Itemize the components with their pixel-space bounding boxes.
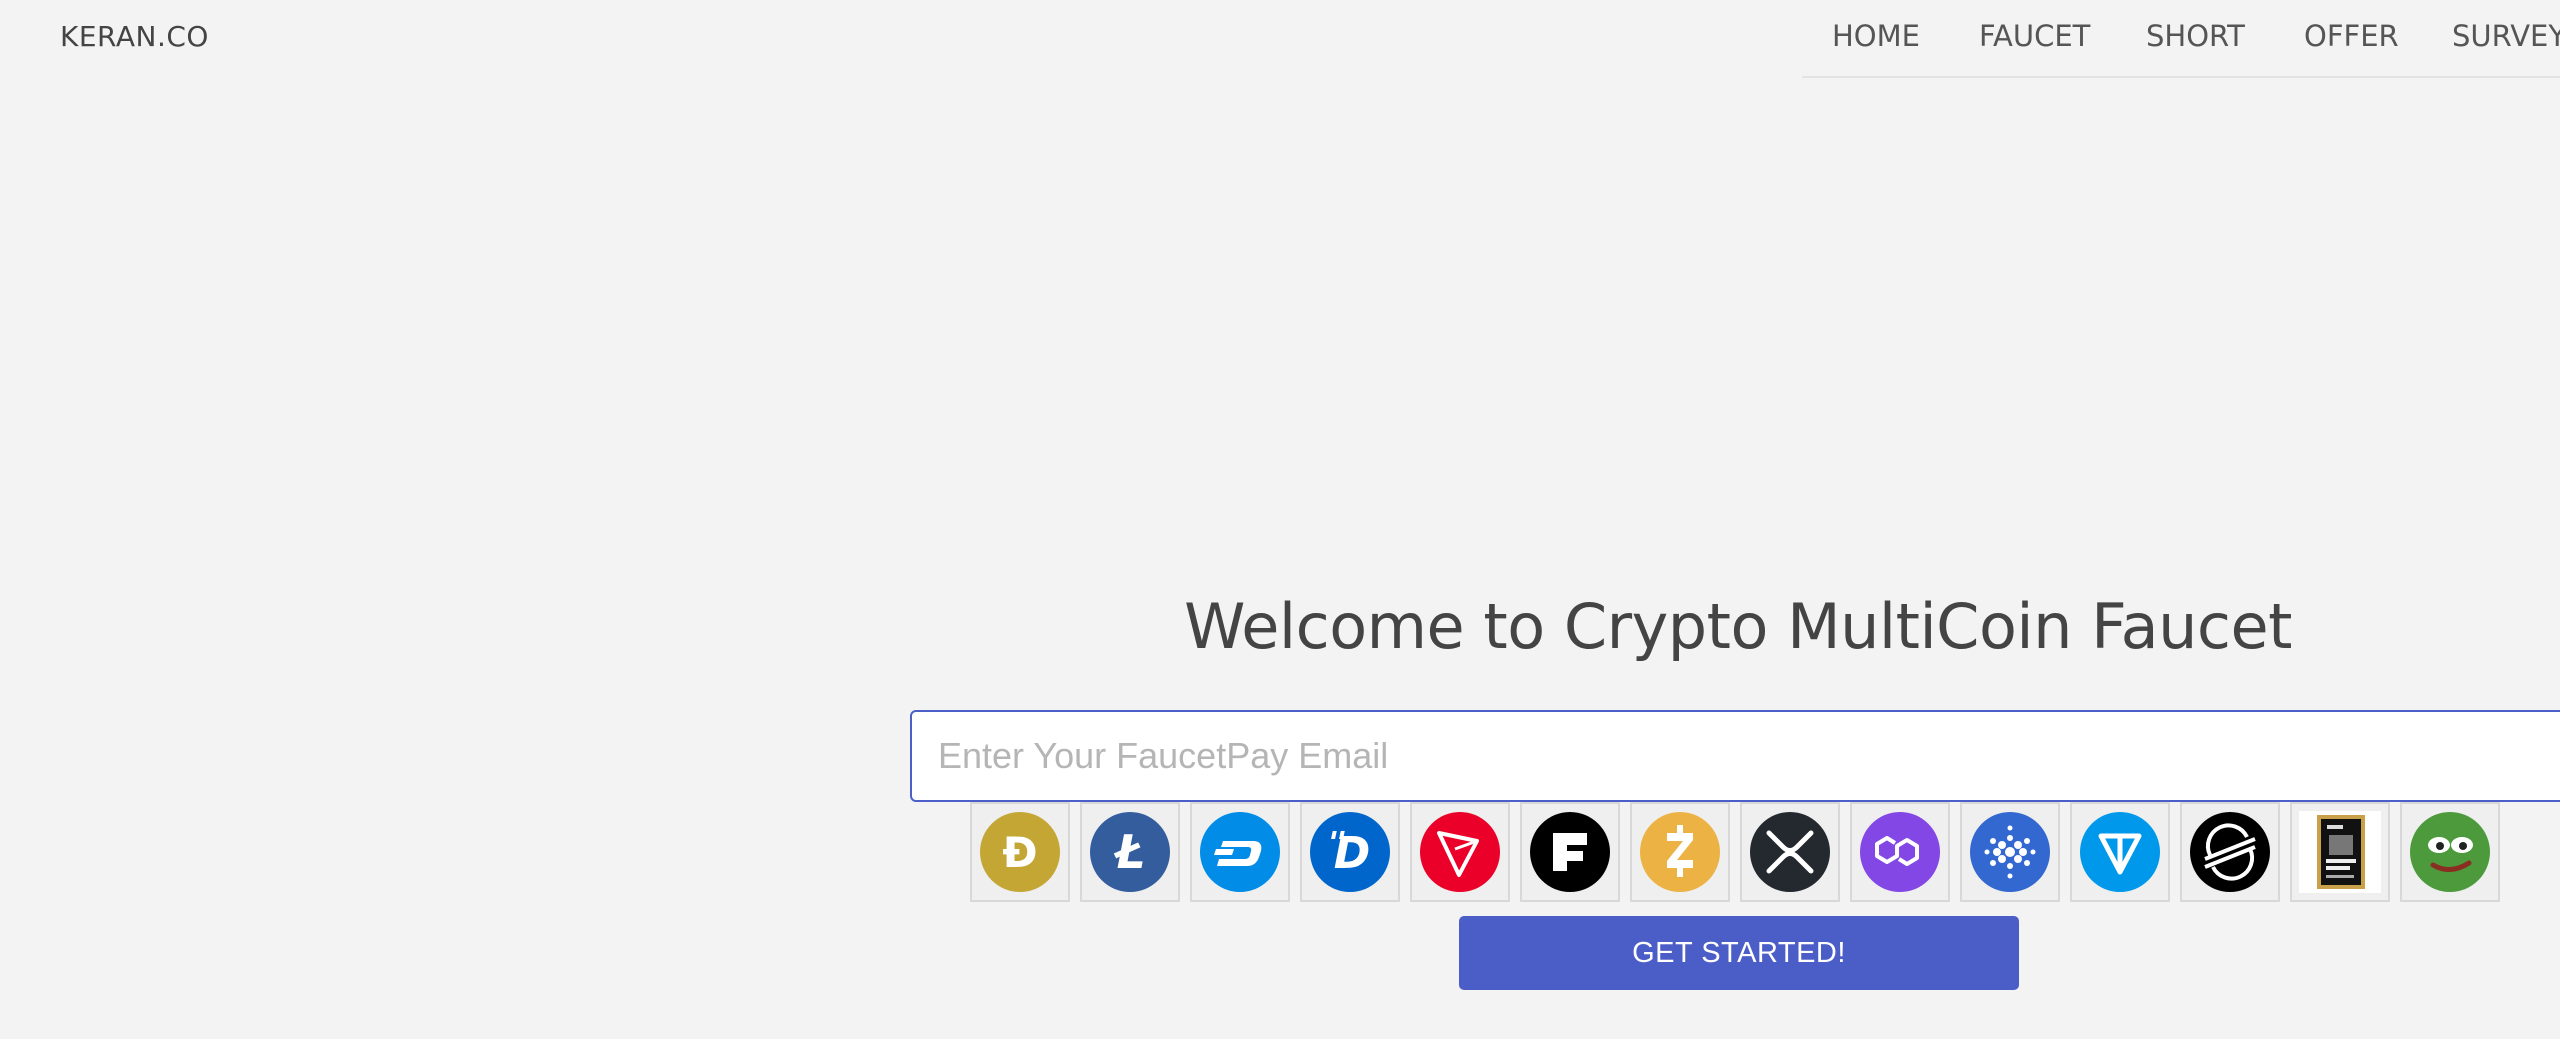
coin-option-digibyte[interactable]: D [1300, 802, 1400, 902]
toncoin-icon [2080, 812, 2160, 892]
fight-token-icon [2299, 811, 2381, 893]
coin-option-pepe[interactable] [2400, 802, 2500, 902]
site-logo[interactable]: KERAN.CO [60, 20, 209, 53]
get-started-button[interactable]: GET STARTED! [1459, 916, 2019, 990]
page-title: Welcome to Crypto MultiCoin Faucet [1184, 590, 2292, 663]
stellar-icon [2190, 812, 2270, 892]
coin-option-polygon[interactable] [1850, 802, 1950, 902]
coin-option-litecoin[interactable]: Ł [1080, 802, 1180, 902]
zcash-icon [1640, 812, 1720, 892]
coin-option-toncoin[interactable] [2070, 802, 2170, 902]
svg-text:D: D [1334, 828, 1371, 879]
nav-survey-link[interactable]: SURVEY [2452, 19, 2560, 53]
dogecoin-icon: Ð [980, 812, 1060, 892]
nav-short-link[interactable]: SHORT [2146, 19, 2245, 53]
faucetpay-email-input[interactable] [910, 710, 2560, 802]
coin-option-dogecoin[interactable]: Ð [970, 802, 1070, 902]
polygon-icon [1860, 812, 1940, 892]
coin-option-cardano[interactable] [1960, 802, 2060, 902]
feyorra-icon [1530, 812, 1610, 892]
xrp-icon [1750, 812, 1830, 892]
digibyte-icon: D [1310, 812, 1390, 892]
coin-option-zcash[interactable] [1630, 802, 1730, 902]
coin-option-dash[interactable] [1190, 802, 1290, 902]
dash-icon [1200, 812, 1280, 892]
coin-option-feyorra[interactable] [1520, 802, 1620, 902]
svg-text:Ð: Ð [1002, 828, 1037, 877]
nav-home-link[interactable]: HOME [1832, 19, 1920, 53]
litecoin-icon: Ł [1090, 812, 1170, 892]
tron-icon [1420, 812, 1500, 892]
coin-option-tron[interactable] [1410, 802, 1510, 902]
svg-text:Ł: Ł [1113, 825, 1145, 879]
coin-option-xrp[interactable] [1740, 802, 1840, 902]
nav-offer-link[interactable]: OFFER [2304, 19, 2399, 53]
coin-option-stellar[interactable] [2180, 802, 2280, 902]
coin-option-fight-token[interactable] [2290, 802, 2390, 902]
nav-faucet-link[interactable]: FAUCET [1979, 19, 2090, 53]
main-nav: HOME FAUCET SHORT OFFER SURVEY [1802, 0, 2560, 78]
pepe-icon [2410, 812, 2490, 892]
cardano-icon [1970, 812, 2050, 892]
